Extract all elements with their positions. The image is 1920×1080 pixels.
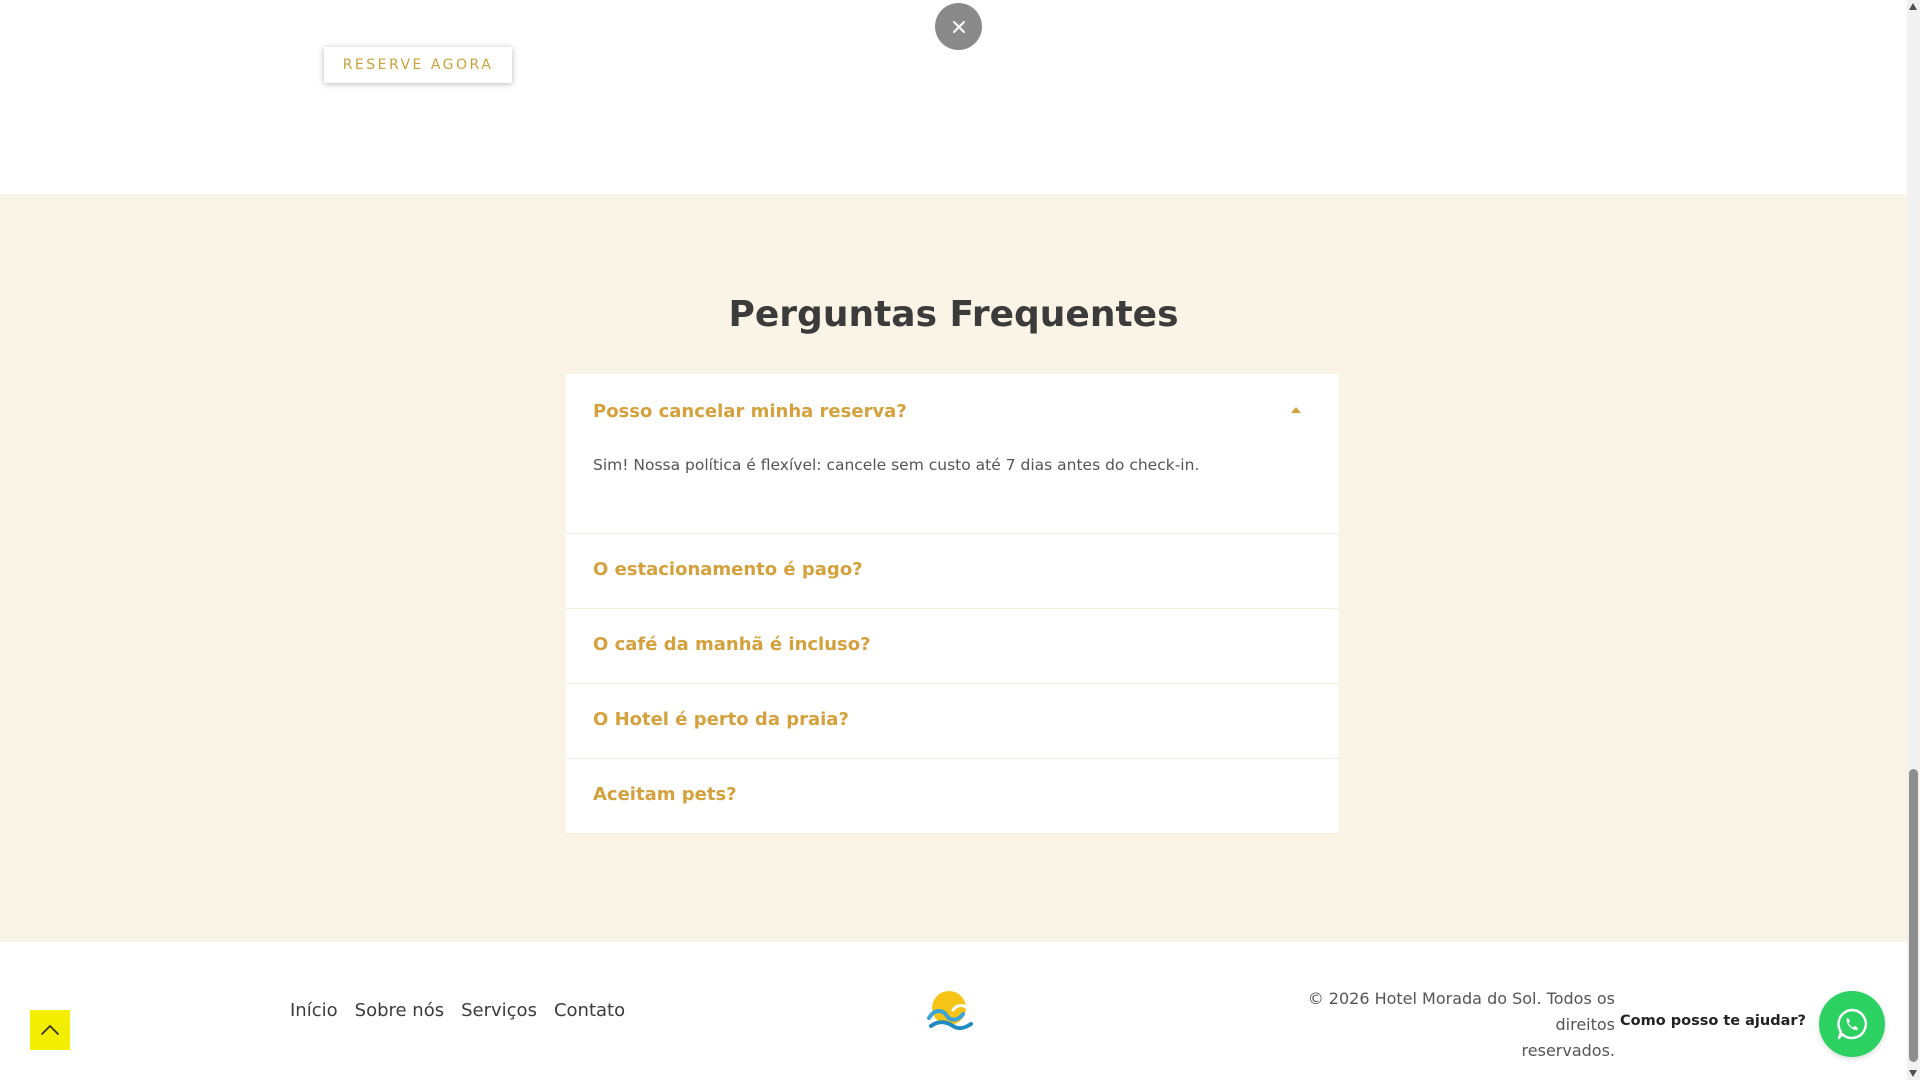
- faq-question[interactable]: O Hotel é perto da praia?: [593, 709, 849, 730]
- reserve-now-button[interactable]: RESERVE AGORA: [324, 47, 512, 83]
- footer-link-sobre-nos[interactable]: Sobre nós: [355, 1000, 444, 1021]
- scrollbar[interactable]: [1907, 0, 1920, 1080]
- scroll-to-top-button[interactable]: [30, 1010, 70, 1050]
- sun-wave-logo-icon[interactable]: [925, 988, 975, 1034]
- scroll-up-arrow-icon[interactable]: [1909, 3, 1917, 10]
- copyright-line-2: reservados.: [1521, 1041, 1615, 1060]
- faq-title: Perguntas Frequentes: [728, 294, 1179, 335]
- footer-link-servicos[interactable]: Serviços: [461, 1000, 537, 1021]
- caret-up-icon[interactable]: [1291, 407, 1301, 413]
- copyright-line-1: © 2026 Hotel Morada do Sol. Todos os dir…: [1307, 989, 1615, 1034]
- whatsapp-button[interactable]: [1819, 991, 1885, 1057]
- faq-list: Posso cancelar minha reserva? Sim! Nossa…: [566, 374, 1339, 834]
- faq-question[interactable]: O estacionamento é pago?: [593, 559, 863, 580]
- faq-item[interactable]: Aceitam pets?: [566, 759, 1339, 834]
- faq-item[interactable]: Posso cancelar minha reserva? Sim! Nossa…: [566, 374, 1339, 534]
- top-area: RESERVE AGORA: [0, 0, 1907, 194]
- faq-item[interactable]: O estacionamento é pago?: [566, 534, 1339, 609]
- close-button[interactable]: [935, 3, 982, 50]
- whatsapp-label[interactable]: Como posso te ajudar?: [1620, 1013, 1806, 1029]
- chevron-up-icon: [41, 1025, 59, 1035]
- faq-question[interactable]: Posso cancelar minha reserva?: [593, 401, 907, 422]
- scroll-down-arrow-icon[interactable]: [1909, 1070, 1917, 1077]
- copyright-text: © 2026 Hotel Morada do Sol. Todos os dir…: [1255, 986, 1615, 1064]
- footer-nav: Início Sobre nós Serviços Contato: [290, 1000, 642, 1021]
- page: RESERVE AGORA Perguntas Frequentes Posso…: [0, 0, 1907, 1080]
- faq-item[interactable]: O Hotel é perto da praia?: [566, 684, 1339, 759]
- faq-section: Perguntas Frequentes Posso cancelar minh…: [0, 194, 1907, 942]
- faq-item[interactable]: O café da manhã é incluso?: [566, 609, 1339, 684]
- whatsapp-icon: [1837, 1008, 1867, 1040]
- footer-link-contato[interactable]: Contato: [554, 1000, 625, 1021]
- footer-link-inicio[interactable]: Início: [290, 1000, 338, 1021]
- scrollbar-thumb[interactable]: [1909, 769, 1918, 1062]
- faq-answer: Sim! Nossa política é flexível: cancele …: [593, 456, 1200, 474]
- faq-question[interactable]: Aceitam pets?: [593, 784, 737, 805]
- faq-question[interactable]: O café da manhã é incluso?: [593, 634, 871, 655]
- footer: Início Sobre nós Serviços Contato © 2026…: [0, 942, 1907, 1080]
- close-icon: [952, 20, 965, 33]
